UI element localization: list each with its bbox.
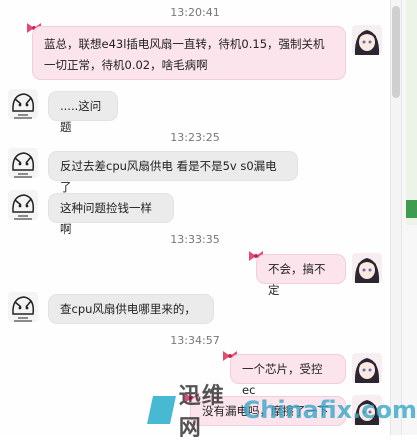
watermark-text: 迅维网 (178, 384, 225, 441)
watermark: 迅维网 Chinafix.com (147, 384, 417, 441)
anime-girl-avatar-icon[interactable] (352, 25, 382, 55)
timestamp: 13:23:25 (170, 131, 220, 144)
message-line: 一切正常，待机0.02，啥毛病啊 (44, 58, 208, 72)
chat-scrollbar[interactable] (390, 0, 401, 435)
message-line: 查cpu风扇供电哪里来的， (60, 302, 196, 316)
side-preview-image (406, 0, 417, 225)
message-bubble-outgoing[interactable]: 蓝总，联想e43l插电风扇一直转，待机0.15，强制关机 一切正常，待机0.02… (32, 26, 346, 80)
message-bubble-outgoing[interactable]: 一个芯片，受控ec (230, 354, 346, 397)
chat-history-panel: 13:20:41 蓝总，联想e43l插电风扇一直转，待机0.15，强制关机 一切… (0, 0, 390, 435)
message-bubble-incoming[interactable]: .....这问题 (48, 91, 118, 134)
message-line: 反过去差cpu风扇供电 看是不是5v s0漏电了 (60, 159, 277, 194)
scrollbar-thumb[interactable] (392, 6, 400, 98)
timestamp: 13:33:35 (170, 233, 220, 246)
watermark-domain: Chinafix.com (242, 396, 417, 424)
side-preview-strip (406, 200, 417, 218)
message-bubble-incoming[interactable]: 查cpu风扇供电哪里来的， (48, 294, 214, 324)
message-line: 不会，搞不定 (268, 262, 326, 297)
timestamp: 13:34:57 (170, 334, 220, 347)
message-bubble-incoming[interactable]: 反过去差cpu风扇供电 看是不是5v s0漏电了 (48, 151, 298, 194)
sketch-character-avatar-icon[interactable] (8, 148, 38, 178)
anime-girl-avatar-icon[interactable] (352, 353, 382, 383)
sketch-character-avatar-icon[interactable] (8, 89, 38, 119)
sketch-character-avatar-icon[interactable] (8, 190, 38, 220)
message-bubble-outgoing[interactable]: 不会，搞不定 (256, 254, 346, 297)
message-bubble-incoming[interactable]: 这种问题捡钱一样啊 (48, 193, 174, 236)
anime-girl-avatar-icon[interactable] (352, 253, 382, 283)
message-line: 蓝总，联想e43l插电风扇一直转，待机0.15，强制关机 (44, 37, 325, 51)
watermark-logo-icon (147, 396, 176, 424)
timestamp: 13:20:41 (170, 6, 220, 19)
sketch-character-avatar-icon[interactable] (8, 292, 38, 322)
